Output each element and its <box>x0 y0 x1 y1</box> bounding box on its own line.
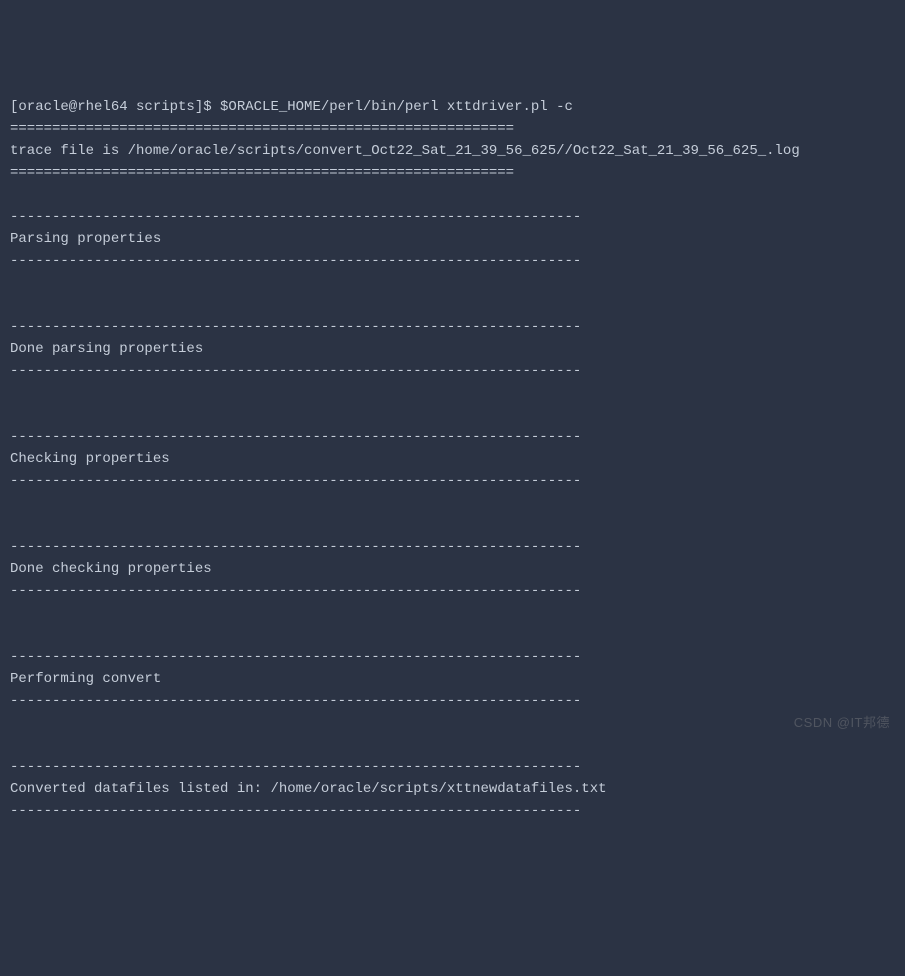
terminal-line: ----------------------------------------… <box>10 536 895 558</box>
terminal-line: ----------------------------------------… <box>10 800 895 822</box>
terminal-line: Done checking properties <box>10 558 895 580</box>
terminal-line: Performing convert <box>10 668 895 690</box>
terminal-line: ----------------------------------------… <box>10 206 895 228</box>
terminal-line <box>10 184 895 206</box>
terminal-line <box>10 492 895 514</box>
terminal-line: ----------------------------------------… <box>10 690 895 712</box>
terminal-line <box>10 602 895 624</box>
terminal-line <box>10 404 895 426</box>
terminal-line: ========================================… <box>10 118 895 140</box>
terminal-line: ----------------------------------------… <box>10 756 895 778</box>
terminal-line: Checking properties <box>10 448 895 470</box>
terminal-output: [oracle@rhel64 scripts]$ $ORACLE_HOME/pe… <box>10 96 895 822</box>
terminal-line <box>10 734 895 756</box>
terminal-line <box>10 514 895 536</box>
terminal-line <box>10 272 895 294</box>
terminal-line: ----------------------------------------… <box>10 250 895 272</box>
terminal-line: ----------------------------------------… <box>10 426 895 448</box>
terminal-line: ========================================… <box>10 162 895 184</box>
terminal-line: Done parsing properties <box>10 338 895 360</box>
terminal-line: Converted datafiles listed in: /home/ora… <box>10 778 895 800</box>
terminal-line: ----------------------------------------… <box>10 646 895 668</box>
terminal-line <box>10 382 895 404</box>
terminal-line: Parsing properties <box>10 228 895 250</box>
terminal-line: ----------------------------------------… <box>10 316 895 338</box>
terminal-line <box>10 712 895 734</box>
terminal-line <box>10 294 895 316</box>
terminal-line: ----------------------------------------… <box>10 580 895 602</box>
terminal-line: ----------------------------------------… <box>10 360 895 382</box>
watermark-text: CSDN @IT邦德 <box>794 712 890 734</box>
terminal-line <box>10 624 895 646</box>
terminal-line: [oracle@rhel64 scripts]$ $ORACLE_HOME/pe… <box>10 96 895 118</box>
terminal-line: ----------------------------------------… <box>10 470 895 492</box>
terminal-line: trace file is /home/oracle/scripts/conve… <box>10 140 895 162</box>
